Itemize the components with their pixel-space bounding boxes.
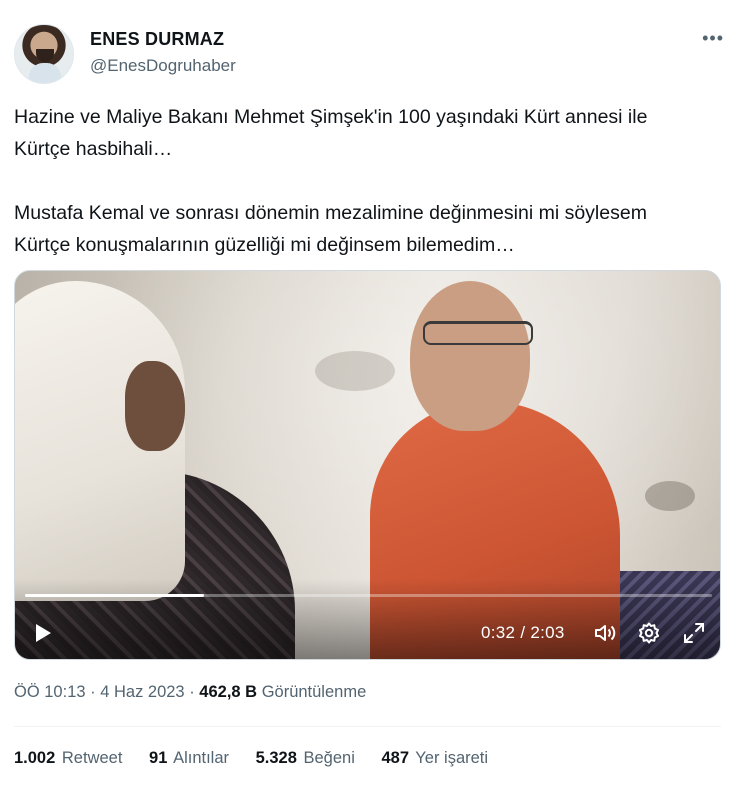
avatar[interactable] — [14, 24, 74, 84]
video-frame-detail — [645, 481, 695, 511]
more-horizontal-icon[interactable]: ••• — [702, 28, 724, 49]
video-time-separator: / — [515, 623, 531, 642]
tweet-stats: 1.002 Retweet 91 Alıntılar 5.328 Beğeni … — [14, 749, 510, 768]
bookmarks-stat[interactable]: 487 Yer işareti — [381, 749, 488, 768]
video-player[interactable]: 0:32 / 2:03 — [14, 270, 721, 660]
video-duration: 2:03 — [530, 623, 565, 642]
likes-label: Beğeni — [303, 749, 355, 767]
video-frame-face-left — [125, 361, 185, 451]
author-name[interactable]: ENES DURMAZ — [90, 29, 236, 50]
avatar-beard — [36, 49, 54, 62]
video-controls-scrim — [15, 579, 720, 659]
play-icon[interactable] — [31, 621, 55, 645]
meta-separator: · — [85, 683, 101, 701]
retweets-count: 1.002 — [14, 749, 56, 767]
fullscreen-icon[interactable] — [682, 621, 706, 645]
video-current-time: 0:32 — [481, 623, 516, 642]
views-label: Görüntülenme — [261, 683, 367, 701]
settings-gear-icon[interactable] — [637, 621, 661, 645]
likes-stat[interactable]: 5.328 Beğeni — [256, 749, 355, 768]
quotes-label: Alıntılar — [173, 749, 229, 767]
bookmarks-count: 487 — [381, 749, 409, 767]
divider — [14, 726, 721, 727]
author-info: ENES DURMAZ @EnesDogruhaber — [90, 29, 236, 76]
author-handle[interactable]: @EnesDogruhaber — [90, 56, 236, 76]
video-frame-detail — [315, 351, 395, 391]
tweet-paragraph-2: Mustafa Kemal ve sonrası dönemin mezalim… — [14, 202, 647, 256]
video-frame-face-right — [410, 281, 530, 431]
video-frame-glasses — [423, 321, 533, 345]
views-count: 462,8 B — [199, 683, 258, 701]
retweets-stat[interactable]: 1.002 Retweet — [14, 749, 122, 768]
tweet-paragraph-1: Hazine ve Maliye Bakanı Mehmet Şimşek'in… — [14, 106, 648, 160]
tweet-meta: ÖÖ 10:13 · 4 Haz 2023 · 462,8 B Görüntül… — [14, 683, 366, 702]
video-time: 0:32 / 2:03 — [481, 623, 565, 643]
likes-count: 5.328 — [255, 749, 297, 767]
meta-separator: · — [184, 683, 200, 701]
tweet-date[interactable]: 4 Haz 2023 — [100, 683, 184, 701]
tweet-header: ENES DURMAZ @EnesDogruhaber ••• — [14, 24, 728, 84]
quotes-count: 91 — [149, 749, 168, 767]
tweet-time[interactable]: ÖÖ 10:13 — [14, 683, 86, 701]
tweet-text: Hazine ve Maliye Bakanı Mehmet Şimşek'in… — [14, 101, 728, 261]
video-progress-fill — [25, 594, 204, 597]
bookmarks-label: Yer işareti — [415, 749, 489, 767]
video-progress-bar[interactable] — [25, 594, 712, 597]
quotes-stat[interactable]: 91 Alıntılar — [149, 749, 229, 768]
avatar-shirt — [29, 63, 61, 83]
volume-icon[interactable] — [593, 621, 617, 645]
retweets-label: Retweet — [61, 749, 123, 767]
